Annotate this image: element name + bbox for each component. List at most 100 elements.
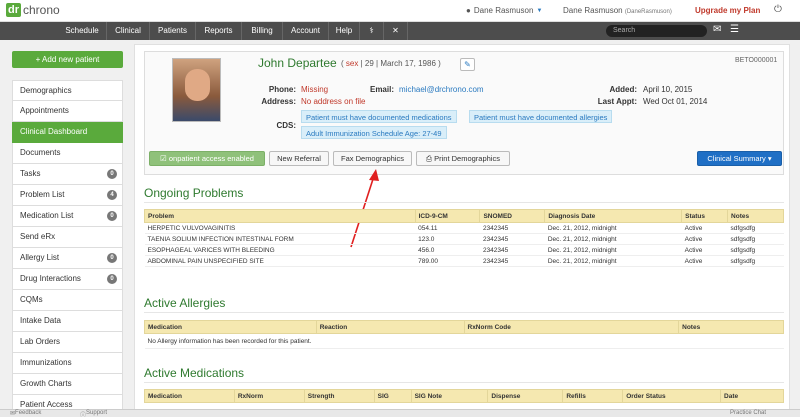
patient-age: 29 [364,59,374,68]
logo-badge: dr [6,3,21,17]
sidebar-item-send-erx[interactable]: Send eRx [12,227,123,248]
sidebar-item-label: Drug Interactions [20,274,81,283]
support-link[interactable]: ⓘ Support [80,410,107,417]
tools-icon[interactable]: ✕ [384,22,408,40]
column-header[interactable]: Order Status [622,389,722,403]
print-demographics-label: Print Demographics [434,154,500,163]
sidebar-item-demographics[interactable]: Demographics [12,80,123,101]
count-badge: 0 [107,211,117,221]
column-header[interactable]: ICD-9-CM [414,209,481,223]
sidebar-item-documents[interactable]: Documents [12,143,123,164]
sidebar-item-tasks[interactable]: Tasks 0 [12,164,123,185]
printer-icon: ⎙ [426,154,433,163]
column-header[interactable]: Medication [144,389,235,403]
sidebar-item-lab-orders[interactable]: Lab Orders [12,332,123,353]
email-value[interactable]: michael@drchrono.com [399,85,484,94]
logo-text: chrono [23,3,60,17]
nav-schedule[interactable]: Schedule [58,22,107,40]
checkbox-icon: ☑ [160,154,167,163]
sidebar-item-drug-interactions[interactable]: Drug Interactions 0 [12,269,123,290]
sidebar-item-problem-list[interactable]: Problem List 4 [12,185,123,206]
user-menu-name: Dane Rasmuson [473,6,534,15]
active-allergies-title: Active Allergies [144,296,226,310]
nav-billing[interactable]: Billing [242,22,283,40]
new-referral-button[interactable]: New Referral [269,151,329,166]
nav-account[interactable]: Account [283,22,329,40]
cds-alert[interactable]: Patient must have documented medications [301,110,457,123]
sidebar-item-medication-list[interactable]: Medication List 0 [12,206,123,227]
patient-photo[interactable] [172,58,221,122]
column-header[interactable]: Problem [144,209,416,223]
sidebar-item-allergy-list[interactable]: Allergy List 0 [12,248,123,269]
table-header-row: Medication Reaction RxNorm Code Notes [144,320,784,334]
column-header[interactable]: Refills [562,389,624,403]
column-header[interactable]: SIG [373,389,412,403]
sidebar-item-clinical-dashboard[interactable]: Clinical Dashboard [12,122,123,143]
onpatient-access-button[interactable]: ☑ onpatient access enabled [149,151,265,166]
patient-name[interactable]: John Departee [258,56,337,70]
footer-bar: ✉ Feedback ⓘ Support Practice Chat [0,409,800,417]
user-menu[interactable]: ● Dane Rasmuson ▼ [466,6,542,15]
menu-icon[interactable]: ☰ [730,24,739,35]
column-header[interactable]: Medication [144,320,317,334]
column-header[interactable]: Notes [678,320,784,334]
search-input[interactable]: Search [606,25,707,37]
table-row[interactable]: ESOPHAGEAL VARICES WITH BLEEDING 456.0 2… [144,244,784,256]
nav-help[interactable]: Help [329,22,360,40]
column-header[interactable]: Diagnosis Date [544,209,683,223]
sidebar-item-label: Documents [20,148,61,157]
add-new-patient-button[interactable]: + Add new patient [12,51,123,68]
column-header[interactable]: SIG Note [410,389,489,403]
column-header[interactable]: SNOMED [479,209,546,223]
print-demographics-button[interactable]: ⎙ Print Demographics [416,151,510,166]
sidebar-item-intake-data[interactable]: Intake Data [12,311,123,332]
feedback-link[interactable]: ✉ Feedback [10,410,41,417]
status-cell: Active [681,255,728,267]
address-label: Address: [261,97,296,106]
drchrono-logo[interactable]: dr chrono [6,3,60,17]
nav-clinical[interactable]: Clinical [107,22,150,40]
caret-down-icon: ▼ [536,7,543,14]
problem-cell: ABDOMINAL PAIN UNSPECIFIED SITE [144,255,416,267]
patient-face [185,69,210,101]
column-header[interactable]: RxNorm Code [463,320,680,334]
column-header[interactable]: Dispense [487,389,564,403]
column-header[interactable]: Strength [303,389,375,403]
table-row[interactable]: ABDOMINAL PAIN UNSPECIFIED SITE 789.00 2… [144,255,784,267]
sidebar-item-label: Problem List [20,190,65,199]
cds-alert[interactable]: Adult Immunization Schedule Age: 27-49 [301,126,447,139]
column-header[interactable]: Status [681,209,729,223]
table-row[interactable]: HERPETIC VULVOVAGINITIS 054.11 2342345 D… [144,222,784,234]
table-row[interactable]: TAENIA SOLIUM INFECTION INTESTINAL FORM … [144,233,784,245]
mail-icon[interactable]: ✉ [713,24,721,35]
added-value: April 10, 2015 [643,85,693,94]
sidebar-item-label: Demographics [20,86,72,95]
sidebar-item-cqms[interactable]: CQMs [12,290,123,311]
column-header[interactable]: Date [720,389,784,403]
cds-alert[interactable]: Patient must have documented allergies [469,110,613,123]
icd-cell: 054.11 [415,222,480,234]
edit-patient-button[interactable]: ✎ [460,58,475,71]
section-divider [144,312,784,313]
notes-cell: sdfgsdfg [727,244,784,256]
sidebar-item-appointments[interactable]: Appointments [12,101,123,122]
column-header[interactable]: RxNorm [233,389,305,403]
problem-cell: HERPETIC VULVOVAGINITIS [144,222,416,234]
snomed-cell: 2342345 [479,222,545,234]
practice-chat-link[interactable]: Practice Chat [730,410,766,416]
sidebar-item-immunizations[interactable]: Immunizations [12,353,123,374]
clinical-summary-button[interactable]: Clinical Summary ▾ [697,151,782,166]
table-header-row: Medication RxNorm Strength SIG SIG Note … [144,389,784,403]
last-appt-value: Wed Oct 01, 2014 [643,97,708,106]
section-divider [144,382,784,383]
upgrade-link[interactable]: Upgrade my Plan [695,6,760,15]
nav-reports[interactable]: Reports [196,22,242,40]
fax-demographics-button[interactable]: Fax Demographics [333,151,412,166]
column-header[interactable]: Notes [727,209,784,223]
nav-patients[interactable]: Patients [150,22,196,40]
sidebar-item-growth-charts[interactable]: Growth Charts [12,374,123,395]
caduceus-icon[interactable]: ⚕ [360,22,384,40]
sidebar-item-label: Appointments [20,106,69,115]
column-header[interactable]: Reaction [315,320,465,334]
power-icon[interactable]: ⏻ [774,4,782,15]
